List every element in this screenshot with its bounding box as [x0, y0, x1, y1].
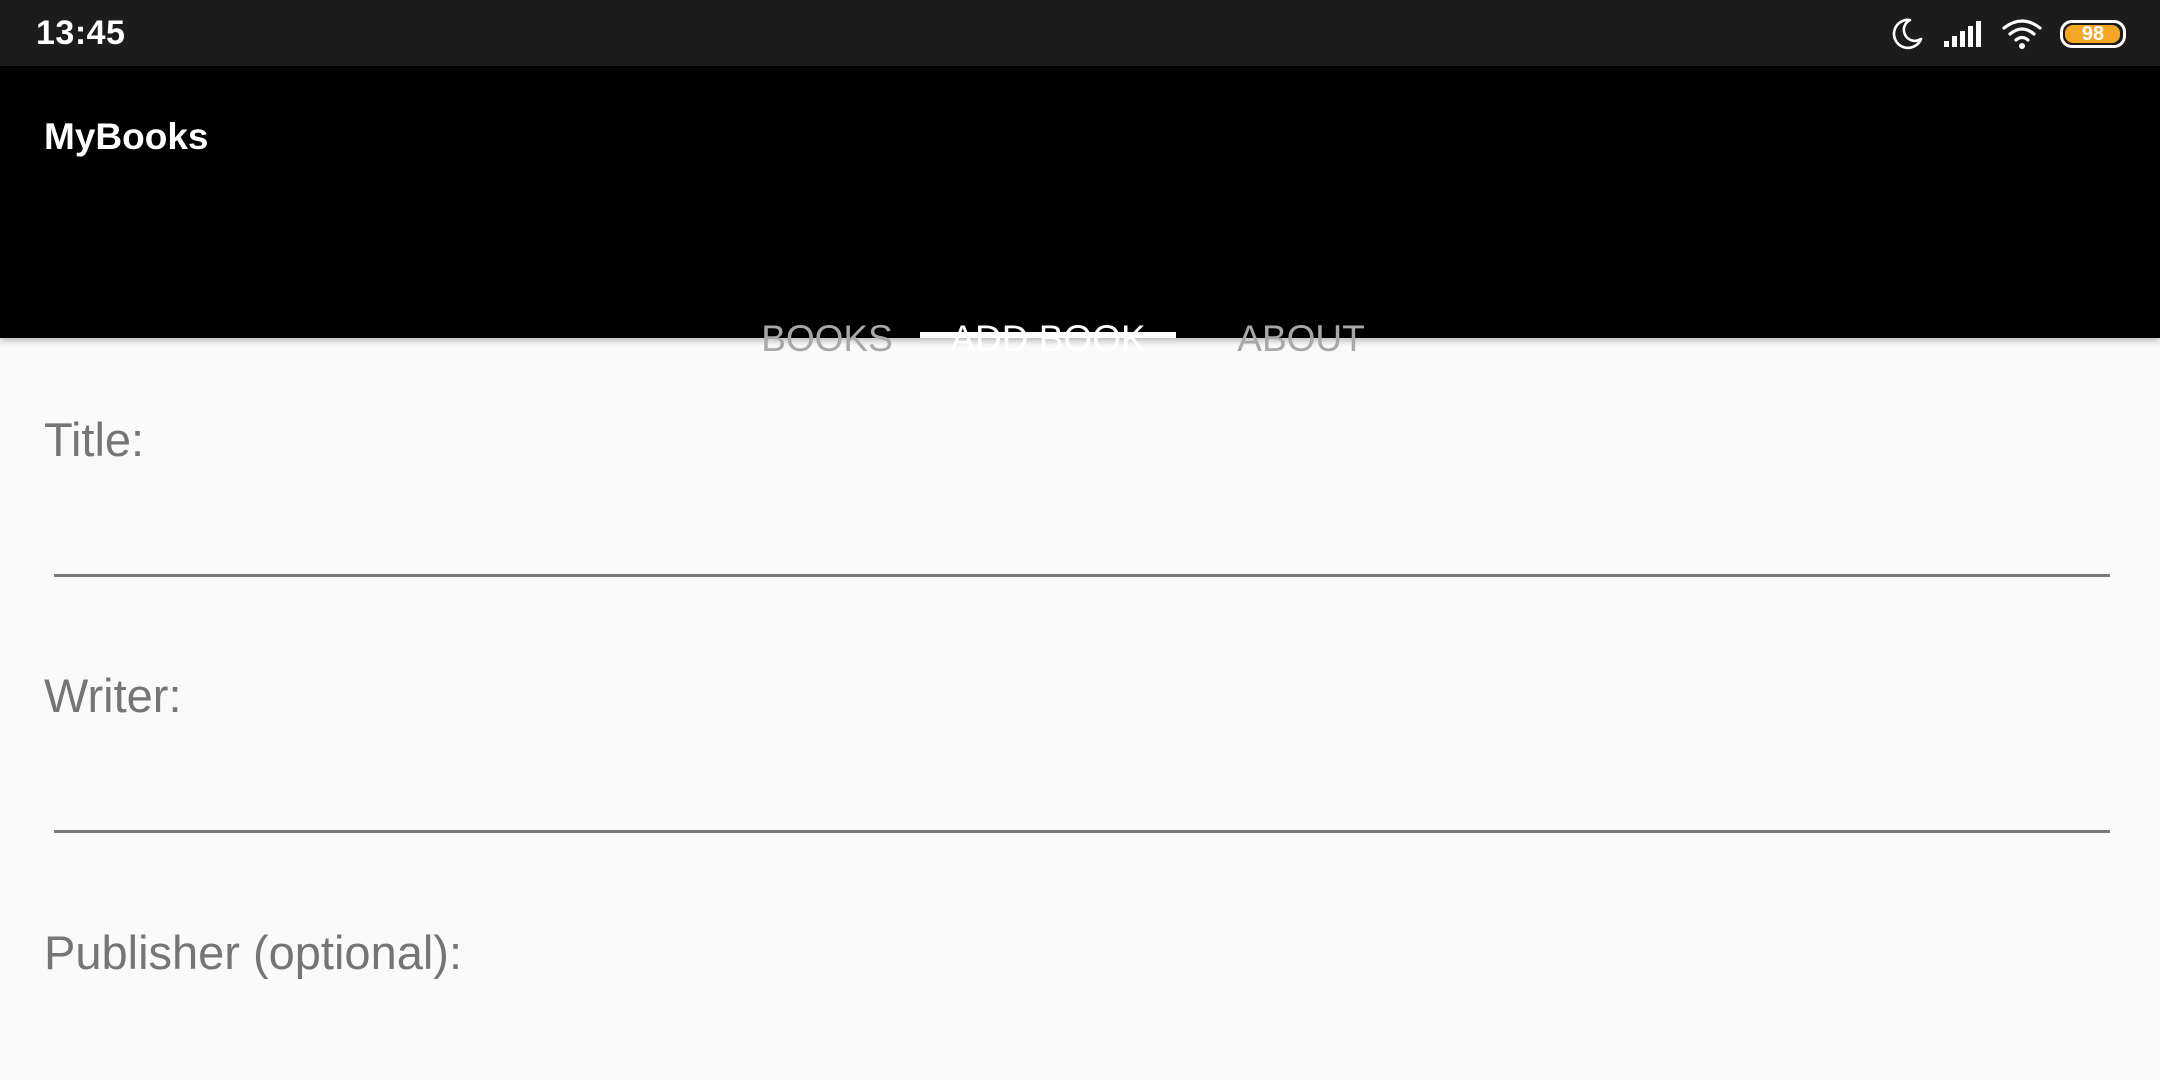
tab-add-book[interactable]: ADD BOOK [920, 226, 1176, 359]
app-bar: MyBooks BOOKS ADD BOOK ABOUT [0, 66, 2160, 359]
tab-books[interactable]: BOOKS [734, 226, 920, 359]
publisher-label: Publisher (optional): [44, 926, 462, 979]
moon-icon [1890, 17, 1924, 51]
battery-level: 98 [2081, 22, 2105, 45]
tab-active-indicator [920, 332, 1176, 338]
status-time: 13:45 [36, 14, 126, 52]
tab-about[interactable]: ABOUT [1176, 226, 1426, 359]
tab-books-label: BOOKS [761, 318, 893, 359]
tab-bar: BOOKS ADD BOOK ABOUT [0, 226, 2160, 359]
status-bar: 13:45 98 [0, 0, 2160, 66]
writer-label: Writer: [44, 669, 182, 722]
tab-add-book-label: ADD BOOK [950, 318, 1146, 359]
title-label: Title: [44, 413, 145, 466]
title-input[interactable] [54, 512, 2110, 577]
tab-about-label: ABOUT [1237, 318, 1365, 359]
writer-input[interactable] [54, 768, 2110, 833]
status-icons: 98 [1890, 14, 2126, 54]
app-title: MyBooks [44, 116, 209, 157]
signal-icon [1942, 19, 1984, 49]
wifi-icon [2002, 18, 2042, 50]
battery-icon: 98 [2060, 20, 2126, 48]
